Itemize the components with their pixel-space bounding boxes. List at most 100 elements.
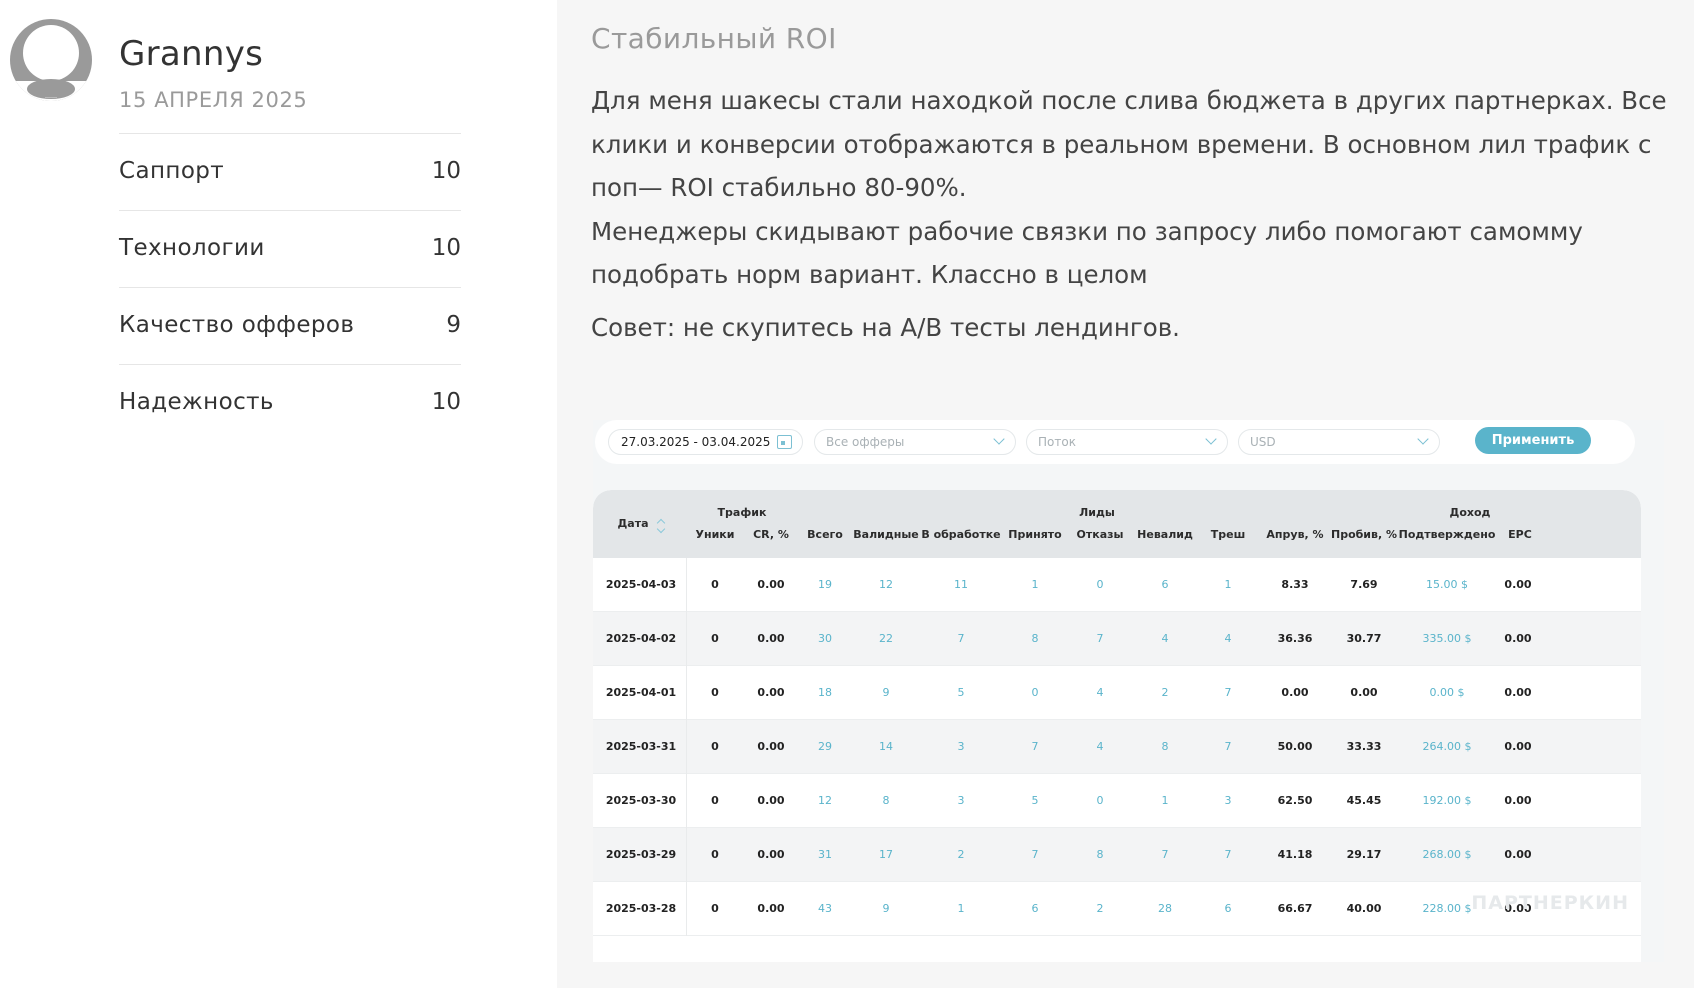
cell-processing: 3 bbox=[957, 794, 965, 807]
cell-epc: 0.00 bbox=[1504, 794, 1532, 807]
cell-processing: 3 bbox=[957, 740, 965, 753]
header-confirmed: Подтверждено bbox=[1398, 528, 1496, 541]
column-divider bbox=[686, 774, 687, 828]
header-date: Дата bbox=[617, 517, 649, 530]
cell-total: 29 bbox=[818, 740, 832, 753]
date-range-value: 27.03.2025 - 03.04.2025 bbox=[621, 435, 771, 449]
cell-trash: 6 bbox=[1224, 902, 1232, 915]
cell-uniques: 0 bbox=[711, 848, 719, 861]
cell-trash: 1 bbox=[1224, 578, 1232, 591]
filters-bar: 27.03.2025 - 03.04.2025 Все офферы Поток… bbox=[595, 420, 1635, 464]
offers-select: Все офферы bbox=[814, 429, 1016, 455]
user-avatar-icon bbox=[10, 19, 92, 101]
table-row: 2025-03-29 0 0.00 31 17 2 7 8 7 7 41.18 29.17 268.00… bbox=[593, 828, 1641, 882]
rating-row-support: Саппорт 10 bbox=[119, 133, 461, 210]
cell-invalid: 7 bbox=[1161, 848, 1169, 861]
cell-processing: 2 bbox=[957, 848, 965, 861]
cell-breakthrough: 45.45 bbox=[1346, 794, 1382, 807]
stats-screenshot: 27.03.2025 - 03.04.2025 Все офферы Поток… bbox=[593, 420, 1664, 962]
table-row: 2025-04-03 0 0.00 19 12 11 1 0 6 1 8.33 7.69 15.00 $… bbox=[593, 558, 1641, 612]
cell-processing: 5 bbox=[957, 686, 965, 699]
cell-invalid: 2 bbox=[1161, 686, 1169, 699]
cell-approve: 0.00 bbox=[1281, 686, 1309, 699]
cell-uniques: 0 bbox=[711, 632, 719, 645]
cell-invalid: 4 bbox=[1161, 632, 1169, 645]
cell-breakthrough: 29.17 bbox=[1346, 848, 1382, 861]
cell-processing: 11 bbox=[954, 578, 968, 591]
cell-cr: 0.00 bbox=[757, 686, 785, 699]
table-row: 2025-04-01 0 0.00 18 9 5 0 4 2 7 0.00 0.00 0.00 $ 0.0… bbox=[593, 666, 1641, 720]
table-header: Трафик Лиды Доход Дата Уники CR, % Всего… bbox=[593, 490, 1641, 558]
cell-approve: 66.67 bbox=[1277, 902, 1313, 915]
cell-trash: 7 bbox=[1224, 740, 1232, 753]
date-range-field: 27.03.2025 - 03.04.2025 bbox=[608, 429, 803, 455]
cell-breakthrough: 40.00 bbox=[1346, 902, 1382, 915]
cell-rejected: 7 bbox=[1096, 632, 1104, 645]
cell-invalid: 8 bbox=[1161, 740, 1169, 753]
cell-uniques: 0 bbox=[711, 578, 719, 591]
cell-confirmed: 264.00 $ bbox=[1422, 740, 1472, 753]
cell-valid: 9 bbox=[882, 902, 890, 915]
table-body: 2025-04-03 0 0.00 19 12 11 1 0 6 1 8.33 7.69 15.00 $… bbox=[593, 558, 1641, 936]
cell-breakthrough: 0.00 bbox=[1350, 686, 1378, 699]
cell-accepted: 6 bbox=[1031, 902, 1039, 915]
column-divider bbox=[686, 720, 687, 774]
cell-confirmed: 192.00 $ bbox=[1422, 794, 1472, 807]
review-body: Для меня шакесы стали находкой после сли… bbox=[591, 79, 1681, 297]
column-divider bbox=[686, 828, 687, 882]
cell-valid: 22 bbox=[879, 632, 893, 645]
cell-processing: 7 bbox=[957, 632, 965, 645]
rating-label: Надежность bbox=[119, 389, 274, 415]
stream-select-placeholder: Поток bbox=[1038, 435, 1076, 449]
cell-confirmed: 228.00 $ bbox=[1422, 902, 1472, 915]
header-processing: В обработке bbox=[921, 528, 1001, 541]
cell-approve: 8.33 bbox=[1281, 578, 1309, 591]
stream-select: Поток bbox=[1026, 429, 1228, 455]
column-divider bbox=[686, 882, 687, 936]
table-row: 2025-03-30 0 0.00 12 8 3 5 0 1 3 62.50 45.45 192.00 … bbox=[593, 774, 1641, 828]
cell-rejected: 0 bbox=[1096, 578, 1104, 591]
header-invalid: Невалид bbox=[1137, 528, 1193, 541]
cell-valid: 12 bbox=[879, 578, 893, 591]
cell-trash: 7 bbox=[1224, 848, 1232, 861]
rating-row-offers-quality: Качество офферов 9 bbox=[119, 287, 461, 364]
cell-rejected: 4 bbox=[1096, 740, 1104, 753]
cell-valid: 17 bbox=[879, 848, 893, 861]
column-divider bbox=[686, 666, 687, 720]
cell-invalid: 1 bbox=[1161, 794, 1169, 807]
chevron-down-icon bbox=[993, 433, 1005, 445]
cell-cr: 0.00 bbox=[757, 578, 785, 591]
calendar-icon bbox=[777, 435, 792, 449]
reviewer-name: Grannys bbox=[119, 34, 264, 74]
currency-select: USD bbox=[1238, 429, 1440, 455]
header-cr: CR, % bbox=[753, 528, 789, 541]
offers-select-placeholder: Все офферы bbox=[826, 435, 905, 449]
cell-breakthrough: 30.77 bbox=[1346, 632, 1382, 645]
header-breakthrough: Пробив, % bbox=[1330, 528, 1398, 541]
chevron-down-icon bbox=[1205, 433, 1217, 445]
rating-label: Технологии bbox=[119, 235, 265, 261]
watermark-logo: ПАРТНЕРКИН bbox=[1471, 892, 1629, 914]
cell-rejected: 2 bbox=[1096, 902, 1104, 915]
cell-confirmed: 268.00 $ bbox=[1422, 848, 1472, 861]
header-accepted: Принято bbox=[1008, 528, 1062, 541]
cell-date: 2025-04-01 bbox=[605, 686, 677, 699]
cell-approve: 41.18 bbox=[1277, 848, 1313, 861]
apply-button: Применить bbox=[1475, 427, 1591, 454]
cell-approve: 36.36 bbox=[1277, 632, 1313, 645]
cell-invalid: 28 bbox=[1158, 902, 1172, 915]
rating-label: Качество офферов bbox=[119, 312, 355, 338]
cell-valid: 8 bbox=[882, 794, 890, 807]
currency-select-value: USD bbox=[1250, 435, 1276, 449]
cell-approve: 62.50 bbox=[1277, 794, 1313, 807]
cell-cr: 0.00 bbox=[757, 740, 785, 753]
cell-total: 18 bbox=[818, 686, 832, 699]
header-epc: EPC bbox=[1508, 528, 1532, 541]
cell-rejected: 8 bbox=[1096, 848, 1104, 861]
ratings-list: Саппорт 10 Технологии 10 Качество офферо… bbox=[119, 133, 461, 441]
cell-total: 43 bbox=[818, 902, 832, 915]
cell-uniques: 0 bbox=[711, 686, 719, 699]
cell-epc: 0.00 bbox=[1504, 578, 1532, 591]
cell-accepted: 1 bbox=[1031, 578, 1039, 591]
header-approve: Апрув, % bbox=[1266, 528, 1324, 541]
